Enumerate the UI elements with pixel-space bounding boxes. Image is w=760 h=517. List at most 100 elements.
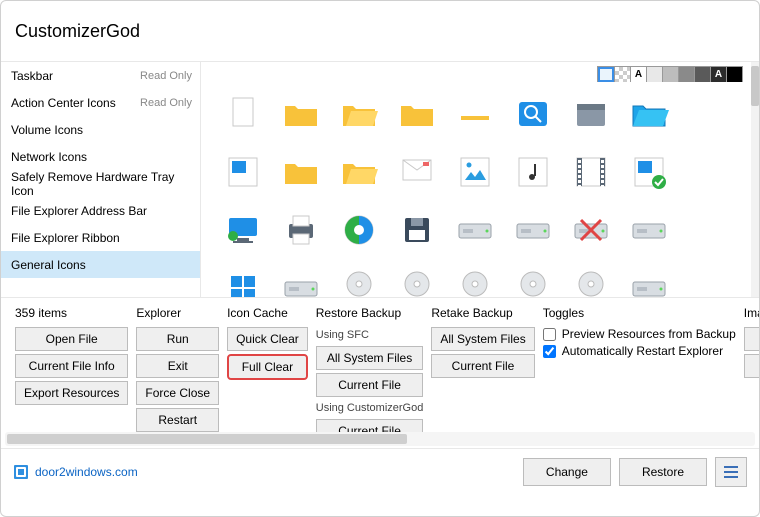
folder-open-icon[interactable]	[335, 90, 383, 138]
drive2-icon[interactable]	[509, 206, 557, 254]
printer-icon[interactable]	[277, 206, 325, 254]
monitor-icon[interactable]	[219, 206, 267, 254]
sidebar-item[interactable]: Taskbar Read Only	[1, 62, 200, 89]
drive4-icon[interactable]	[277, 264, 325, 297]
quick-clear-button[interactable]: Quick Clear	[227, 327, 308, 351]
drive-x-icon[interactable]	[567, 206, 615, 254]
drive5-icon[interactable]	[625, 264, 673, 297]
export-resources-button[interactable]: Export Resources	[15, 381, 128, 405]
icon-grid: DVD DVD-R DVD-RAM DVD-ROM DVD-RW	[219, 90, 737, 297]
action-panel: 359 itemsOpen FileCurrent File InfoExpor…	[1, 298, 759, 448]
group-title: Image R	[744, 306, 759, 320]
start-tiles-icon[interactable]	[219, 264, 267, 297]
open-file-button[interactable]: Open File	[15, 327, 128, 351]
folder-line-icon[interactable]	[451, 90, 499, 138]
palette-swatch[interactable]	[678, 67, 694, 82]
app-window: CustomizerGod TaskbarRead OnlyAction Cen…	[0, 0, 760, 517]
drive3-icon[interactable]	[625, 206, 673, 254]
folder-open2-icon[interactable]	[335, 148, 383, 196]
folder-generic-icon[interactable]	[393, 90, 441, 138]
dvd-rw-icon[interactable]: DVD-RW	[567, 264, 615, 297]
palette-swatch[interactable]	[662, 67, 678, 82]
panel-hscroll[interactable]	[5, 432, 755, 446]
current-file-button[interactable]: Current File	[316, 373, 424, 397]
toggle-preview-resources-from-backup[interactable]: Preview Resources from Backup	[543, 327, 736, 341]
music-file-icon[interactable]	[509, 148, 557, 196]
dvd-disc-icon[interactable]: DVD	[335, 264, 383, 297]
sidebar-item[interactable]: Network Icons	[1, 143, 200, 170]
envelope-page-icon[interactable]	[393, 148, 441, 196]
sidebar-item-label: Action Center Icons	[11, 96, 116, 110]
sidebar-item-label: Taskbar	[11, 69, 53, 83]
all-system-files-button[interactable]: All System Files	[431, 327, 534, 351]
run-button[interactable]: Run	[136, 327, 219, 351]
sidebar-item[interactable]: Action Center Icons Read Only	[1, 89, 200, 116]
website-link-text: door2windows.com	[35, 465, 138, 479]
sidebar-item[interactable]: Safely Remove Hardware Tray Icon	[1, 170, 200, 197]
sidebar-item[interactable]: File Explorer Address Bar	[1, 197, 200, 224]
action-group: Toggles Preview Resources from Backup Auto…	[543, 306, 736, 443]
folder-blue-icon[interactable]	[625, 90, 673, 138]
drive1-icon[interactable]	[451, 206, 499, 254]
titlebar: CustomizerGod	[1, 1, 759, 61]
floppy-icon[interactable]	[393, 206, 441, 254]
current-file-info-button[interactable]: Current File Info	[15, 354, 128, 378]
restart-button[interactable]: Restart	[136, 408, 219, 432]
folder-alt-icon[interactable]	[567, 90, 615, 138]
group-subtitle: Using SFC	[316, 329, 424, 341]
background-palette[interactable]: AA	[597, 66, 743, 82]
fit-resiz-button[interactable]: Fit Resiz	[744, 327, 759, 351]
sidebar-item[interactable]: File Explorer Ribbon	[1, 224, 200, 251]
dvd-rom-icon[interactable]: DVD-ROM	[509, 264, 557, 297]
folder-search-icon[interactable]	[509, 90, 557, 138]
bicubic-button[interactable]: Bicubic	[744, 354, 759, 378]
group-title: Explorer	[136, 306, 219, 320]
full-clear-button[interactable]: Full Clear	[227, 354, 308, 380]
sidebar-item-label: Network Icons	[11, 150, 87, 164]
palette-swatch[interactable]	[726, 67, 742, 82]
video-file-icon[interactable]	[567, 148, 615, 196]
group-title: Toggles	[543, 306, 736, 320]
hamburger-menu[interactable]	[715, 457, 747, 487]
control-panel-icon[interactable]	[335, 206, 383, 254]
icon-scroll[interactable]: DVD DVD-R DVD-RAM DVD-ROM DVD-RW	[201, 62, 751, 297]
all-system-files-button[interactable]: All System Files	[316, 346, 424, 370]
sidebar-item[interactable]: General Icons	[1, 251, 200, 278]
readonly-badge: Read Only	[140, 70, 192, 82]
palette-swatch[interactable]	[614, 67, 630, 82]
website-link[interactable]: door2windows.com	[13, 464, 138, 480]
footer: door2windows.com Change Restore	[1, 448, 759, 494]
dvd-ram-icon[interactable]: DVD-RAM	[451, 264, 499, 297]
restore-button[interactable]: Restore	[619, 458, 707, 486]
group-subtitle: Using CustomizerGod	[316, 402, 424, 414]
toggle-automatically-restart-explorer[interactable]: Automatically Restart Explorer	[543, 344, 736, 358]
palette-swatch[interactable]	[598, 67, 614, 82]
top-pane: Taskbar Read Only Action Center Icons Read …	[1, 61, 759, 298]
sidebar-item[interactable]: Volume Icons	[1, 116, 200, 143]
picture-icon[interactable]	[451, 148, 499, 196]
dvd-r-icon[interactable]: DVD-R	[393, 264, 441, 297]
icon-grid-area: AA DVDDVD-RDVD-RAMDVD-ROMDVD-RW	[201, 62, 759, 297]
window-app-icon[interactable]	[219, 148, 267, 196]
change-button[interactable]: Change	[523, 458, 611, 486]
folder-back-icon[interactable]	[277, 148, 325, 196]
action-group: Image R Fit Resiz Bicubic	[744, 306, 759, 443]
palette-swatch[interactable]: A	[710, 67, 726, 82]
action-group: Explorer Run Exit Force Close Restart	[136, 306, 219, 443]
folder-closed-icon[interactable]	[277, 90, 325, 138]
sidebar-item-label: General Icons	[11, 258, 86, 272]
category-sidebar[interactable]: Taskbar Read Only Action Center Icons Read …	[1, 62, 201, 297]
readonly-badge: Read Only	[140, 97, 192, 109]
blank-page-icon[interactable]	[219, 90, 267, 138]
palette-swatch[interactable]: A	[630, 67, 646, 82]
exit-button[interactable]: Exit	[136, 354, 219, 378]
palette-swatch[interactable]	[646, 67, 662, 82]
force-close-button[interactable]: Force Close	[136, 381, 219, 405]
sidebar-item-label: File Explorer Ribbon	[11, 231, 120, 245]
group-title: Retake Backup	[431, 306, 534, 320]
logo-icon	[13, 464, 29, 480]
current-file-button[interactable]: Current File	[431, 354, 534, 378]
app-check-icon[interactable]	[625, 148, 673, 196]
palette-swatch[interactable]	[694, 67, 710, 82]
icon-scrollbar[interactable]	[751, 62, 759, 297]
